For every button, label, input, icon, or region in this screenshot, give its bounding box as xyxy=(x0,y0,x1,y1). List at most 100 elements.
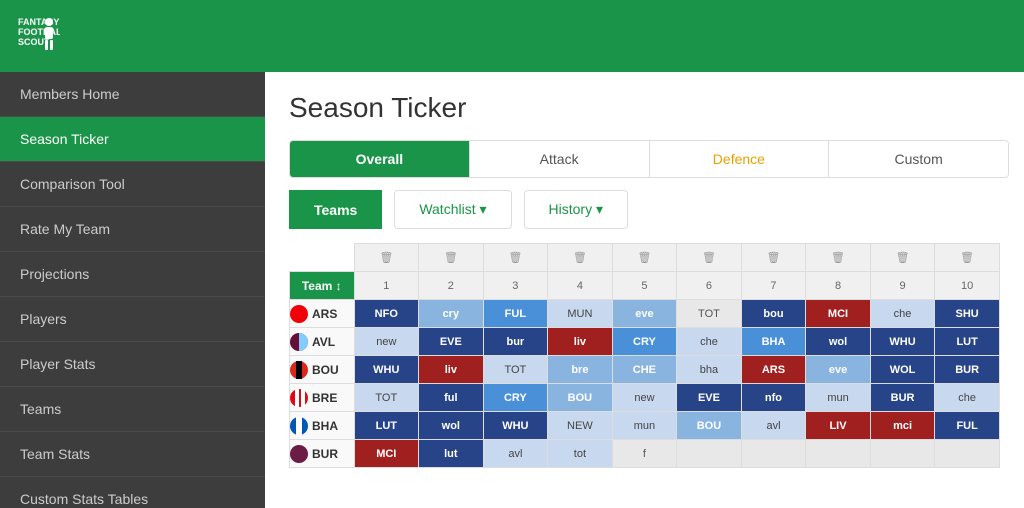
col-trash-2[interactable]: 🗑 xyxy=(419,244,484,272)
fixture-cell[interactable]: cry xyxy=(419,300,484,328)
fixture-cell[interactable]: WHU xyxy=(870,328,935,356)
fixture-cell[interactable]: f xyxy=(612,440,677,468)
team-cell-AVL[interactable]: AVL xyxy=(290,328,355,356)
fixture-cell[interactable]: TOT xyxy=(677,300,742,328)
fixture-cell[interactable]: WHU xyxy=(354,356,419,384)
sidebar-item-rate-my-team[interactable]: Rate My Team xyxy=(0,207,265,252)
fixture-cell[interactable]: BOU xyxy=(677,412,742,440)
fixture-cell[interactable]: EVE xyxy=(419,328,484,356)
fixture-cell[interactable] xyxy=(935,440,1000,468)
col-trash-3[interactable]: 🗑 xyxy=(483,244,548,272)
trash-icon[interactable]: 🗑 xyxy=(508,252,522,264)
view-history[interactable]: History ▾ xyxy=(524,190,628,229)
fixture-cell[interactable]: eve xyxy=(612,300,677,328)
tab-attack[interactable]: Attack xyxy=(470,141,650,177)
fixture-cell[interactable]: TOT xyxy=(483,356,548,384)
fixture-cell[interactable] xyxy=(741,440,806,468)
trash-icon[interactable]: 🗑 xyxy=(379,252,393,264)
trash-icon[interactable]: 🗑 xyxy=(767,252,781,264)
fixture-cell[interactable]: NFO xyxy=(354,300,419,328)
fixture-cell[interactable]: TOT xyxy=(354,384,419,412)
team-cell-BOU[interactable]: BOU xyxy=(290,356,355,384)
fixture-cell[interactable]: MCI xyxy=(806,300,871,328)
fixture-cell[interactable]: LUT xyxy=(935,328,1000,356)
trash-icon[interactable]: 🗑 xyxy=(960,252,974,264)
fixture-cell[interactable]: CRY xyxy=(483,384,548,412)
fixture-cell[interactable]: BHA xyxy=(741,328,806,356)
fixture-cell[interactable]: avl xyxy=(741,412,806,440)
fixture-cell[interactable]: ARS xyxy=(741,356,806,384)
sidebar-item-season-ticker[interactable]: Season Ticker xyxy=(0,117,265,162)
col-trash-10[interactable]: 🗑 xyxy=(935,244,1000,272)
fixture-cell[interactable]: WOL xyxy=(870,356,935,384)
fixture-cell[interactable]: NEW xyxy=(548,412,613,440)
fixture-cell[interactable]: ful xyxy=(419,384,484,412)
fixture-cell[interactable]: new xyxy=(612,384,677,412)
fixture-cell[interactable]: bur xyxy=(483,328,548,356)
fixture-cell[interactable]: bre xyxy=(548,356,613,384)
fixture-cell[interactable]: wol xyxy=(419,412,484,440)
fixture-cell[interactable]: wol xyxy=(806,328,871,356)
sidebar-item-comparison-tool[interactable]: Comparison Tool xyxy=(0,162,265,207)
fixture-cell[interactable]: CHE xyxy=(612,356,677,384)
fixture-cell[interactable]: liv xyxy=(419,356,484,384)
fixture-cell[interactable]: LIV xyxy=(806,412,871,440)
trash-icon[interactable]: 🗑 xyxy=(702,252,716,264)
fixture-cell[interactable] xyxy=(677,440,742,468)
col-trash-1[interactable]: 🗑 xyxy=(354,244,419,272)
sidebar-item-players[interactable]: Players xyxy=(0,297,265,342)
sidebar-item-player-stats[interactable]: Player Stats xyxy=(0,342,265,387)
trash-icon[interactable]: 🗑 xyxy=(896,252,910,264)
team-cell-BRE[interactable]: BRE xyxy=(290,384,355,412)
fixture-cell[interactable]: BUR xyxy=(935,356,1000,384)
team-cell-ARS[interactable]: ARS xyxy=(290,300,355,328)
fixture-cell[interactable] xyxy=(806,440,871,468)
sidebar-item-custom-stats[interactable]: Custom Stats Tables xyxy=(0,477,265,508)
trash-icon[interactable]: 🗑 xyxy=(444,252,458,264)
fixture-cell[interactable]: MUN xyxy=(548,300,613,328)
logo[interactable]: FANTASY FOOTBALL SCOUT xyxy=(16,12,60,60)
trash-icon[interactable]: 🗑 xyxy=(573,252,587,264)
view-teams[interactable]: Teams xyxy=(289,190,382,229)
fixture-cell[interactable]: LUT xyxy=(354,412,419,440)
fixture-cell[interactable]: FUL xyxy=(483,300,548,328)
col-trash-4[interactable]: 🗑 xyxy=(548,244,613,272)
tab-overall[interactable]: Overall xyxy=(290,141,470,177)
fixture-cell[interactable]: che xyxy=(870,300,935,328)
col-team-header[interactable]: Team ↕ xyxy=(290,272,355,300)
fixture-cell[interactable]: eve xyxy=(806,356,871,384)
trash-icon[interactable]: 🗑 xyxy=(831,252,845,264)
col-trash-8[interactable]: 🗑 xyxy=(806,244,871,272)
fixture-cell[interactable]: bha xyxy=(677,356,742,384)
col-trash-9[interactable]: 🗑 xyxy=(870,244,935,272)
team-cell-BUR[interactable]: BUR xyxy=(290,440,355,468)
sidebar-item-team-stats[interactable]: Team Stats xyxy=(0,432,265,477)
team-cell-BHA[interactable]: BHA xyxy=(290,412,355,440)
fixture-cell[interactable] xyxy=(870,440,935,468)
sidebar-item-members-home[interactable]: Members Home xyxy=(0,72,265,117)
fixture-cell[interactable]: BUR xyxy=(870,384,935,412)
fixture-cell[interactable]: MCI xyxy=(354,440,419,468)
fixture-cell[interactable]: FUL xyxy=(935,412,1000,440)
fixture-cell[interactable]: che xyxy=(935,384,1000,412)
sidebar-item-projections[interactable]: Projections xyxy=(0,252,265,297)
fixture-cell[interactable]: mun xyxy=(612,412,677,440)
fixture-cell[interactable]: nfo xyxy=(741,384,806,412)
fixture-cell[interactable]: liv xyxy=(548,328,613,356)
tab-defence[interactable]: Defence xyxy=(650,141,830,177)
col-trash-5[interactable]: 🗑 xyxy=(612,244,677,272)
trash-icon[interactable]: 🗑 xyxy=(637,252,651,264)
fixture-cell[interactable]: SHU xyxy=(935,300,1000,328)
sidebar-item-teams[interactable]: Teams xyxy=(0,387,265,432)
fixture-cell[interactable]: mun xyxy=(806,384,871,412)
fixture-cell[interactable]: EVE xyxy=(677,384,742,412)
view-watchlist[interactable]: Watchlist ▾ xyxy=(394,190,511,229)
fixture-cell[interactable]: bou xyxy=(741,300,806,328)
fixture-cell[interactable]: che xyxy=(677,328,742,356)
tab-custom[interactable]: Custom xyxy=(829,141,1008,177)
fixture-cell[interactable]: CRY xyxy=(612,328,677,356)
fixture-cell[interactable]: WHU xyxy=(483,412,548,440)
col-trash-7[interactable]: 🗑 xyxy=(741,244,806,272)
fixture-cell[interactable]: mci xyxy=(870,412,935,440)
col-trash-6[interactable]: 🗑 xyxy=(677,244,742,272)
